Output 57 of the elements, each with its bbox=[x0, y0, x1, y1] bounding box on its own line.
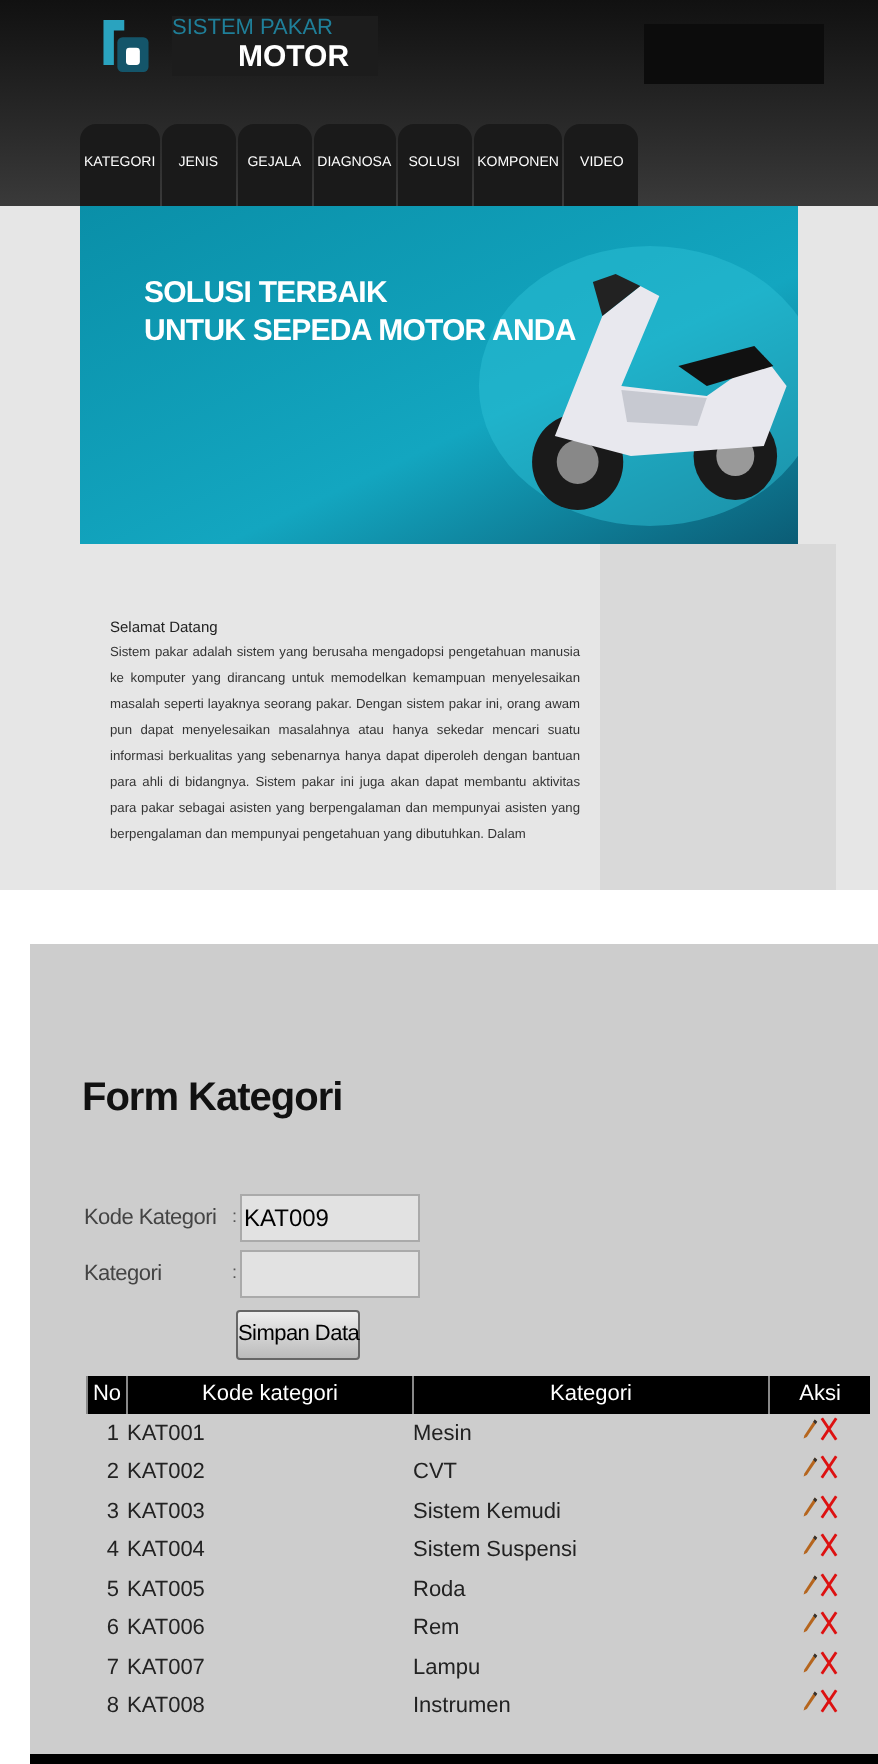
delete-icon[interactable] bbox=[819, 1571, 838, 1597]
banner-headline: UNTUK SEPEDA MOTOR ANDA bbox=[144, 312, 578, 350]
pencil-icon[interactable] bbox=[801, 1610, 818, 1636]
table-cell-text: KAT002 bbox=[127, 1458, 207, 1488]
table-cell-text: CVT bbox=[413, 1458, 459, 1488]
table-cell: KAT001 bbox=[127, 1414, 413, 1453]
table-cell-text: 4 bbox=[104, 1536, 121, 1566]
column-header: Kode kategori bbox=[127, 1376, 413, 1414]
delete-icon[interactable] bbox=[819, 1532, 838, 1558]
pencil-icon[interactable] bbox=[801, 1415, 818, 1441]
site-subtitle: SISTEM PAKAR bbox=[172, 16, 335, 40]
table-cell-text: Instrumen bbox=[413, 1692, 513, 1722]
pencil-icon[interactable] bbox=[801, 1571, 818, 1597]
table-cell-text: 3 bbox=[104, 1497, 121, 1527]
banner-headline: SOLUSI TERBAIK bbox=[144, 274, 389, 312]
table-cell-text: KAT008 bbox=[127, 1692, 207, 1722]
table-cell-text: 5 bbox=[104, 1575, 121, 1605]
table-cell-text: KAT007 bbox=[127, 1653, 207, 1683]
table-cell-text: 6 bbox=[104, 1614, 121, 1644]
delete-icon[interactable] bbox=[819, 1610, 838, 1636]
table-cell-text: KAT006 bbox=[127, 1614, 207, 1644]
column-header: Kategori bbox=[413, 1376, 769, 1414]
pencil-icon[interactable] bbox=[801, 1454, 818, 1480]
column-header: No bbox=[87, 1376, 127, 1414]
table-cell-text: Rem bbox=[413, 1614, 462, 1644]
save-button[interactable]: Simpan Data bbox=[236, 1310, 360, 1360]
delete-icon[interactable] bbox=[819, 1649, 838, 1675]
pencil-icon[interactable] bbox=[801, 1493, 818, 1519]
table-cell-text: KAT004 bbox=[127, 1536, 207, 1566]
delete-icon[interactable] bbox=[819, 1493, 838, 1519]
pencil-icon[interactable] bbox=[801, 1532, 818, 1558]
input-field[interactable] bbox=[240, 1250, 420, 1298]
input-field[interactable]: KAT009 bbox=[240, 1194, 420, 1242]
form-title: Form Kategori bbox=[82, 1074, 345, 1124]
table-cell-text: Sistem Suspensi bbox=[413, 1536, 579, 1566]
table-cell-text: Roda bbox=[413, 1575, 468, 1605]
table-cell: 1 bbox=[87, 1414, 127, 1453]
table-cell-text: 2 bbox=[104, 1458, 121, 1488]
table-cell-text: Lampu bbox=[413, 1653, 483, 1683]
table-cell-text: 7 bbox=[104, 1653, 121, 1683]
pencil-icon[interactable] bbox=[801, 1649, 818, 1675]
delete-icon[interactable] bbox=[819, 1688, 838, 1714]
site-title: MOTOR bbox=[238, 40, 350, 76]
field-separator: : bbox=[232, 1260, 240, 1287]
pencil-icon[interactable] bbox=[801, 1688, 818, 1714]
column-header: Aksi bbox=[769, 1376, 870, 1414]
table-cell-text: KAT003 bbox=[127, 1497, 207, 1527]
table-cell-text: Sistem Kemudi bbox=[413, 1497, 563, 1527]
table-cell: Mesin bbox=[413, 1414, 769, 1453]
delete-icon[interactable] bbox=[819, 1415, 838, 1441]
field-label: Kategori bbox=[84, 1259, 164, 1290]
field-separator: : bbox=[232, 1204, 240, 1231]
logo-icon bbox=[100, 16, 152, 76]
field-label: Kode Kategori bbox=[84, 1203, 219, 1234]
table-cell-text: KAT005 bbox=[127, 1575, 207, 1605]
table-cell-text: 8 bbox=[104, 1692, 121, 1722]
delete-icon[interactable] bbox=[819, 1454, 838, 1480]
